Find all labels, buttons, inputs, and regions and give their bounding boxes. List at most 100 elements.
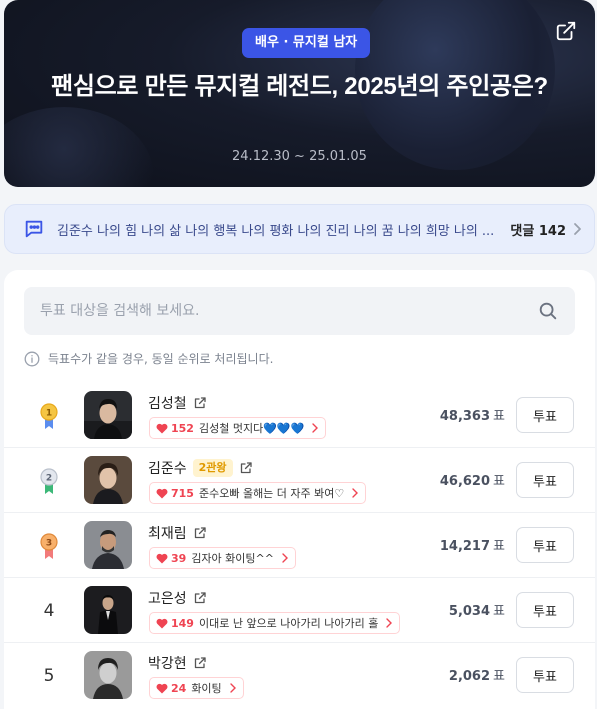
bronze-medal-icon: 3 <box>40 533 58 559</box>
cheer-message-button[interactable]: 715 준수오빠 올해는 더 자주 봐여♡ <box>149 482 367 504</box>
vote-count: 46,620 표 <box>440 470 505 489</box>
ranking-row: 4 고은성 149 이대로 난 앞으로 나아가리 나아가리 홀 5,034 표 … <box>4 578 595 643</box>
tie-notice: 득표수가 같을 경우, 동일 순위로 처리됩니다. <box>24 350 273 367</box>
vote-button[interactable]: 투표 <box>516 462 574 498</box>
cheer-text: 김자아 화이팅^^ <box>191 552 274 565</box>
candidate-name-line: 박강현 <box>148 653 207 673</box>
comment-preview-text: 김준수 나의 힘 나의 삶 나의 행복 나의 평화 나의 진리 나의 꿈 나의 … <box>57 223 495 239</box>
vote-count: 5,034 표 <box>449 600 505 619</box>
chevron-right-icon <box>574 223 581 235</box>
candidate-name-line: 최재림 <box>148 523 207 543</box>
search-icon[interactable] <box>537 300 559 322</box>
cheer-count: 24 <box>171 681 187 695</box>
silver-medal-icon: 2 <box>40 468 58 494</box>
vote-count-value: 46,620 <box>439 474 491 489</box>
hero-decoration <box>4 107 154 187</box>
cheer-text: 이대로 난 앞으로 나아가리 나아가리 홀 <box>198 617 379 630</box>
rank-number: 5 <box>43 666 55 686</box>
ranking-list: 1 김성철 152 김성철 멋지다💙💙💙 48,363 표 투표 2 김준수 2… <box>4 383 595 708</box>
vote-button[interactable]: 투표 <box>516 657 574 693</box>
candidate-name[interactable]: 박강현 <box>148 653 187 673</box>
vote-unit: 표 <box>493 539 505 554</box>
vote-button[interactable]: 투표 <box>516 397 574 433</box>
heart-icon <box>156 488 168 498</box>
candidate-name[interactable]: 고은성 <box>148 588 187 608</box>
cheer-message-button[interactable]: 149 이대로 난 앞으로 나아가리 나아가리 홀 <box>149 612 401 634</box>
chevron-right-icon <box>386 618 393 628</box>
chevron-right-icon <box>282 553 288 563</box>
vote-count: 2,062 표 <box>449 665 505 684</box>
avatar[interactable] <box>84 391 132 439</box>
rank-indicator: 3 <box>34 531 64 561</box>
chevron-right-icon <box>229 683 236 693</box>
vote-count: 14,217 표 <box>440 535 505 554</box>
hero-banner: 배우 · 뮤지컬 남자 팬심으로 만든 뮤지컬 레전드, 2025년의 주인공은… <box>4 0 595 187</box>
medal-rank-text: 1 <box>46 409 52 419</box>
external-link-icon[interactable] <box>193 396 207 410</box>
cheer-text: 준수오빠 올해는 더 자주 봐여♡ <box>198 487 345 500</box>
page-title: 팬심으로 만든 뮤지컬 레전드, 2025년의 주인공은? <box>51 73 548 100</box>
vote-unit: 표 <box>493 474 505 489</box>
rank-indicator: 1 <box>34 401 64 431</box>
candidate-name-line: 고은성 <box>148 588 207 608</box>
cheer-count: 39 <box>171 551 187 565</box>
cheer-text: 김성철 멋지다💙💙💙 <box>198 422 305 435</box>
vote-unit: 표 <box>493 669 505 684</box>
external-link-icon[interactable] <box>193 526 207 540</box>
tie-notice-text: 득표수가 같을 경우, 동일 순위로 처리됩니다. <box>48 352 274 366</box>
heart-icon <box>156 683 168 693</box>
vote-unit: 표 <box>493 604 505 619</box>
category-badge: 배우 · 뮤지컬 남자 <box>242 28 371 58</box>
chevron-right-icon <box>352 488 359 498</box>
medal-rank-text: 2 <box>46 474 52 484</box>
info-icon <box>24 351 40 366</box>
ranking-row: 1 김성철 152 김성철 멋지다💙💙💙 48,363 표 투표 <box>4 383 595 448</box>
comment-preview-bar[interactable]: 김준수 나의 힘 나의 삶 나의 행복 나의 평화 나의 진리 나의 꿈 나의 … <box>4 204 595 254</box>
heart-icon <box>156 553 168 563</box>
vote-button[interactable]: 투표 <box>516 527 574 563</box>
date-range: 24.12.30 ~ 25.01.05 <box>232 149 367 164</box>
cheer-count: 715 <box>171 486 194 500</box>
external-link-icon[interactable] <box>193 656 207 670</box>
comment-count: 댓글 142 <box>510 223 566 239</box>
cheer-text: 화이팅 <box>191 682 222 695</box>
cheer-count: 149 <box>171 616 194 630</box>
cheer-message-button[interactable]: 39 김자아 화이팅^^ <box>149 547 296 569</box>
vote-count-value: 48,363 <box>439 409 491 424</box>
avatar[interactable] <box>84 456 132 504</box>
gold-medal-icon: 1 <box>40 403 58 429</box>
cheer-count: 152 <box>171 421 194 435</box>
cheer-message-button[interactable]: 24 화이팅 <box>149 677 244 699</box>
ranking-row: 5 박강현 24 화이팅 2,062 표 투표 <box>4 643 595 708</box>
candidate-name-line: 김성철 <box>148 393 207 413</box>
vote-unit: 표 <box>493 409 505 424</box>
vote-count-value: 2,062 <box>448 669 491 684</box>
candidate-name-line: 김준수 2관왕 <box>148 458 253 478</box>
vote-button[interactable]: 투표 <box>516 592 574 628</box>
candidate-name[interactable]: 김준수 <box>148 458 187 478</box>
share-icon[interactable] <box>555 20 577 42</box>
rank-number: 4 <box>43 601 55 621</box>
search-bar <box>24 287 575 335</box>
chevron-right-icon <box>312 423 319 433</box>
vote-count-value: 5,034 <box>448 604 491 619</box>
vote-page: 배우 · 뮤지컬 남자 팬심으로 만든 뮤지컬 레전드, 2025년의 주인공은… <box>0 0 597 709</box>
rank-indicator: 2 <box>34 466 64 496</box>
avatar[interactable] <box>84 651 132 699</box>
cheer-message-button[interactable]: 152 김성철 멋지다💙💙💙 <box>149 417 327 439</box>
external-link-icon[interactable] <box>193 591 207 605</box>
candidate-name[interactable]: 김성철 <box>148 393 187 413</box>
heart-icon <box>156 423 168 433</box>
external-link-icon[interactable] <box>239 461 253 475</box>
avatar[interactable] <box>84 586 132 634</box>
ranking-row: 3 최재림 39 김자아 화이팅^^ 14,217 표 투표 <box>4 513 595 578</box>
avatar[interactable] <box>84 521 132 569</box>
comment-icon <box>25 220 43 238</box>
vote-card: 득표수가 같을 경우, 동일 순위로 처리됩니다. 1 <box>4 270 595 709</box>
search-input[interactable] <box>40 303 537 319</box>
medal-rank-text: 3 <box>46 539 52 549</box>
vote-count-value: 14,217 <box>439 539 491 554</box>
champion-badge: 2관왕 <box>192 459 233 477</box>
candidate-name[interactable]: 최재림 <box>148 523 187 543</box>
heart-icon <box>156 618 168 628</box>
